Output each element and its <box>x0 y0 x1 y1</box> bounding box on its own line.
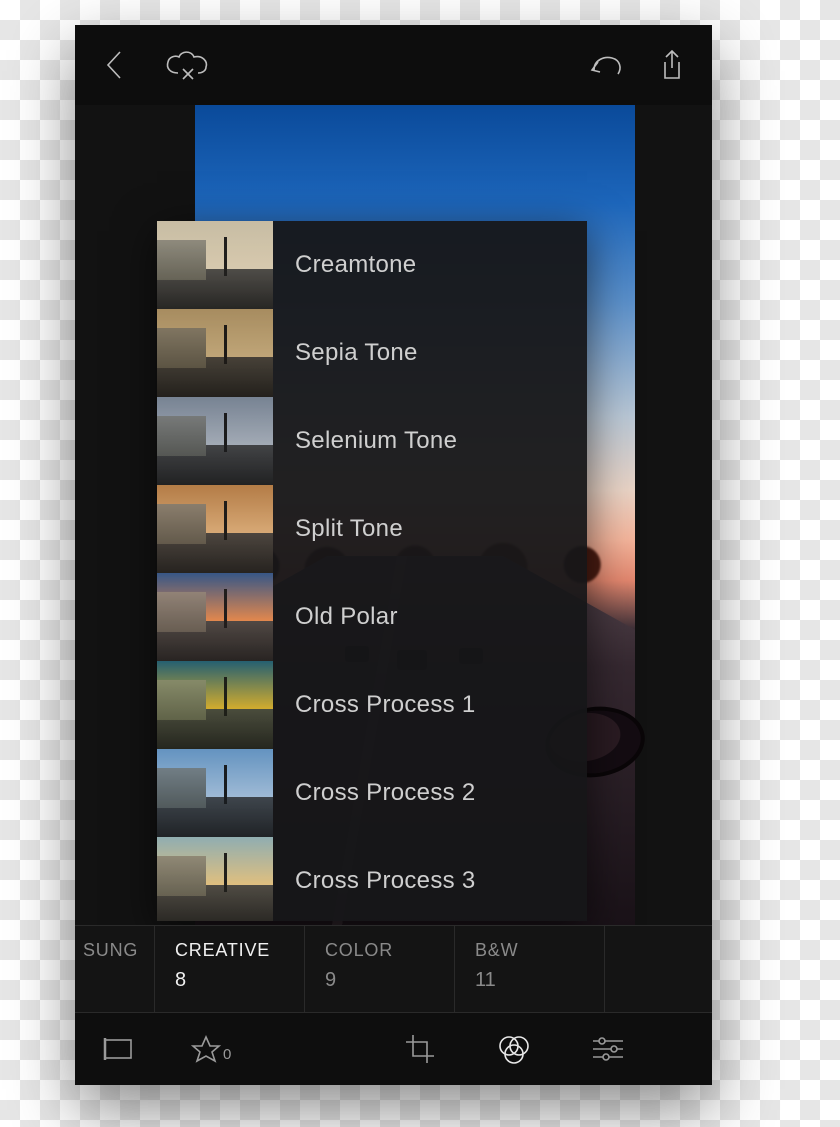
preset-category-strip: SUNG CREATIVE 8 COLOR 9 B&W 11 <box>75 925 712 1013</box>
sliders-icon <box>591 1035 625 1063</box>
preset-label: Sepia Tone <box>273 339 418 367</box>
category-count: 9 <box>325 969 434 992</box>
preset-category-tab[interactable]: COLOR 9 <box>305 926 455 1012</box>
category-name: B&W <box>475 940 584 961</box>
star-icon <box>191 1035 221 1063</box>
preset-item[interactable]: Split Tone <box>157 485 587 573</box>
bottom-toolbar: 0 <box>75 1013 712 1085</box>
preset-label: Split Tone <box>273 515 403 543</box>
undo-icon <box>586 50 626 80</box>
rating-count: 0 <box>223 1046 231 1063</box>
preset-thumbnail <box>157 749 273 837</box>
preset-item[interactable]: Selenium Tone <box>157 397 587 485</box>
preset-item[interactable]: Cross Process 1 <box>157 661 587 749</box>
preset-thumbnail <box>157 485 273 573</box>
adjust-button[interactable] <box>586 1027 630 1071</box>
preset-thumbnail <box>157 309 273 397</box>
share-icon <box>657 48 687 82</box>
share-button[interactable] <box>650 43 694 87</box>
preset-item[interactable]: Old Polar <box>157 573 587 661</box>
preset-list-popup: Creamtone Sepia Tone Selenium Tone Split To… <box>157 221 587 921</box>
preset-label: Cross Process 2 <box>273 779 476 807</box>
crop-icon <box>404 1033 436 1065</box>
preset-item[interactable]: Creamtone <box>157 221 587 309</box>
category-count: 11 <box>475 969 584 992</box>
rating-button[interactable]: 0 <box>191 1035 231 1063</box>
top-toolbar <box>75 25 712 105</box>
photo-editor-screen: Creamtone Sepia Tone Selenium Tone Split To… <box>75 25 712 1085</box>
preset-item[interactable]: Cross Process 2 <box>157 749 587 837</box>
preset-thumbnail <box>157 661 273 749</box>
preset-category-tab[interactable]: CREATIVE 8 <box>155 926 305 1012</box>
preset-label: Cross Process 1 <box>273 691 476 719</box>
preset-thumbnail <box>157 837 273 921</box>
presets-button[interactable] <box>492 1027 536 1071</box>
preset-category-tab[interactable]: B&W 11 <box>455 926 605 1012</box>
preset-thumbnail <box>157 397 273 485</box>
cloud-cancel-icon <box>162 47 216 83</box>
preset-category-tab[interactable]: SUNG <box>75 926 155 1012</box>
category-name: SUNG <box>83 940 142 961</box>
preset-item[interactable]: Sepia Tone <box>157 309 587 397</box>
flag-button[interactable] <box>97 1027 141 1071</box>
preset-label: Creamtone <box>273 251 416 279</box>
category-name: COLOR <box>325 940 434 961</box>
preset-label: Old Polar <box>273 603 398 631</box>
category-name: CREATIVE <box>175 940 284 961</box>
preset-item[interactable]: Cross Process 3 <box>157 837 587 921</box>
cloud-cancel-button[interactable] <box>159 43 219 87</box>
back-chevron-icon <box>102 48 128 82</box>
back-button[interactable] <box>93 43 137 87</box>
preset-thumbnail <box>157 573 273 661</box>
presets-venn-icon <box>496 1033 532 1065</box>
flag-icon <box>103 1036 135 1062</box>
preset-thumbnail <box>157 221 273 309</box>
undo-button[interactable] <box>584 43 628 87</box>
preset-label: Cross Process 3 <box>273 867 476 895</box>
crop-button[interactable] <box>398 1027 442 1071</box>
preset-label: Selenium Tone <box>273 427 457 455</box>
category-count: 8 <box>175 969 284 992</box>
